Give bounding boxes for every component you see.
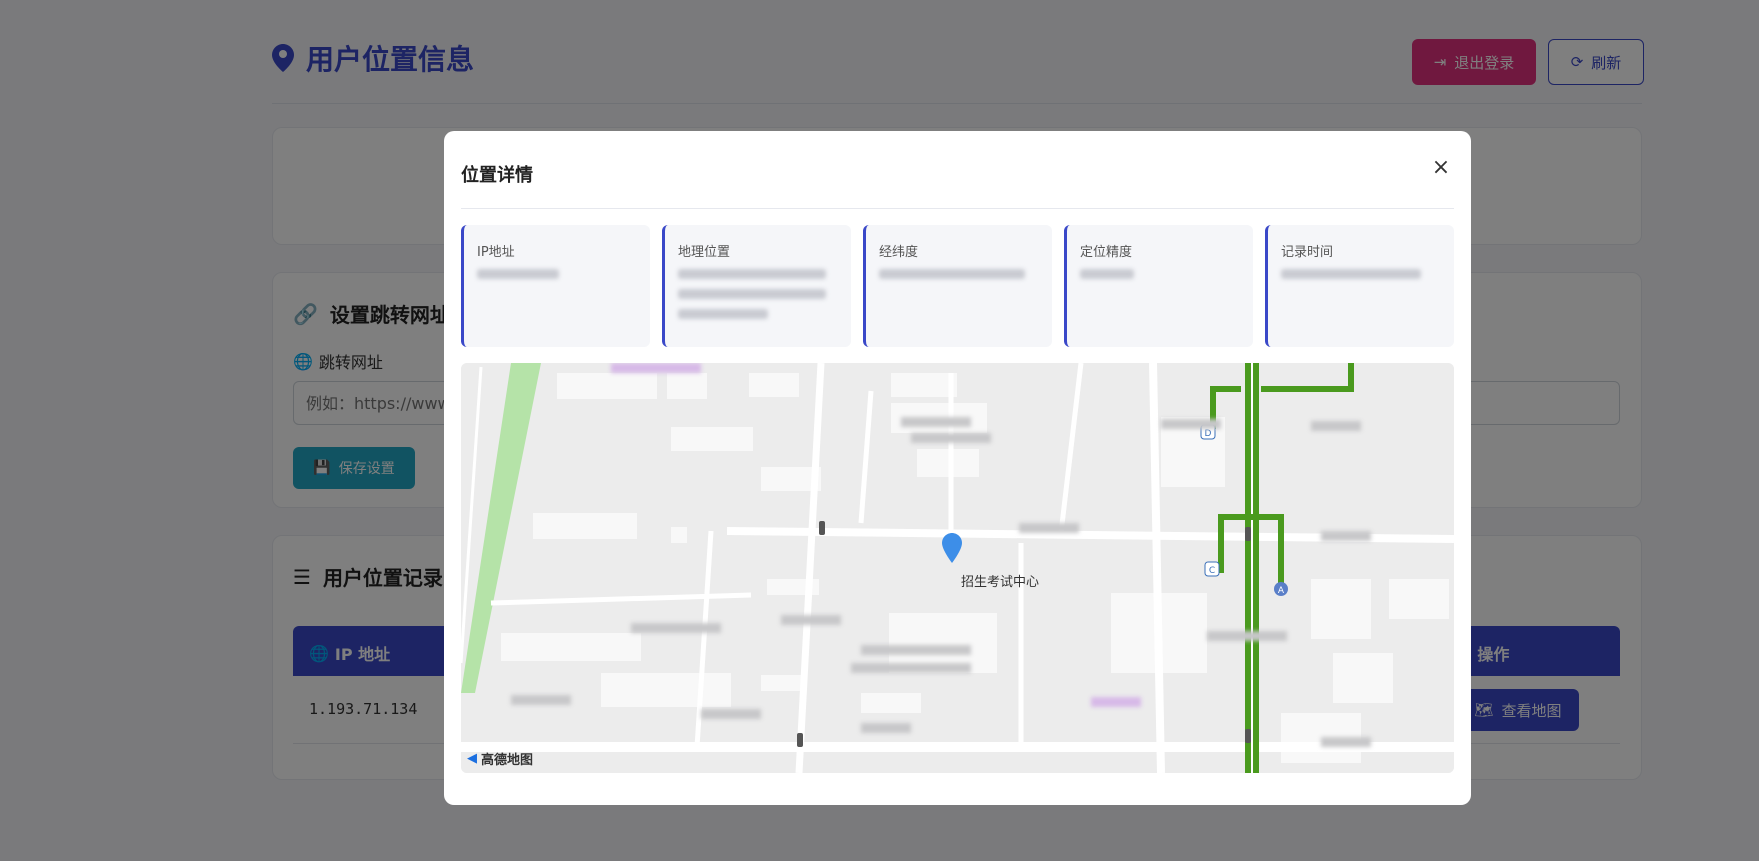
redacted-value — [678, 269, 826, 279]
info-card-coordinates: 经纬度 — [863, 225, 1052, 347]
modal-divider — [461, 208, 1454, 209]
amap-logo-icon: ◀ — [467, 751, 477, 766]
metro-badge-d: D — [1205, 429, 1212, 439]
info-label-ip: IP地址 — [477, 245, 515, 260]
map-tiles: D C A — [461, 363, 1454, 773]
modal-title: 位置详情 — [461, 165, 533, 186]
location-detail-modal: 位置详情 × IP地址 地理位置 经纬度 定位精度 记录时间 D C A 招生考… — [444, 131, 1471, 805]
map-view[interactable]: D C A 招生考试中心 ◀ 高德地图 — [461, 363, 1454, 773]
redacted-value — [678, 309, 768, 319]
location-marker-icon — [942, 533, 962, 563]
map-provider-name: 高德地图 — [481, 753, 534, 768]
map-provider-logo: ◀ 高德地图 — [467, 749, 533, 768]
info-card-accuracy: 定位精度 — [1064, 225, 1253, 347]
info-card-ip: IP地址 — [461, 225, 650, 347]
info-label-location: 地理位置 — [678, 245, 731, 260]
redacted-value — [678, 289, 826, 299]
metro-badge-a: A — [1278, 586, 1285, 596]
info-card-timestamp: 记录时间 — [1265, 225, 1454, 347]
close-icon[interactable]: × — [1428, 155, 1454, 181]
info-card-location: 地理位置 — [662, 225, 851, 347]
redacted-value — [477, 269, 559, 279]
redacted-value — [1080, 269, 1134, 279]
info-label-timestamp: 记录时间 — [1281, 245, 1334, 260]
metro-badge-c: C — [1209, 566, 1215, 576]
redacted-value — [879, 269, 1025, 279]
info-label-accuracy: 定位精度 — [1080, 245, 1133, 260]
redacted-value — [1281, 269, 1421, 279]
poi-label: 招生考试中心 — [961, 575, 1040, 590]
info-label-coordinates: 经纬度 — [879, 245, 919, 260]
info-cards: IP地址 地理位置 经纬度 定位精度 记录时间 — [461, 225, 1454, 347]
